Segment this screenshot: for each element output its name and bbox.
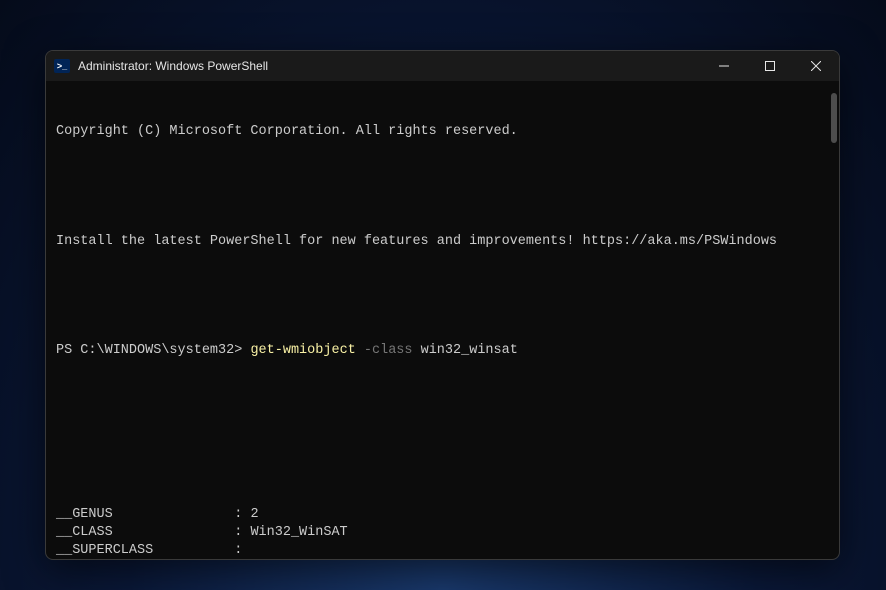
- prop-key: __CLASS :: [56, 525, 250, 540]
- output-row: __SUPERCLASS :: [56, 542, 829, 559]
- cmd-arg: win32_winsat: [421, 343, 518, 358]
- command-line: PS C:\WINDOWS\system32> get-wmiobject -c…: [56, 342, 829, 360]
- output-row: __CLASS : Win32_WinSAT: [56, 524, 829, 542]
- prompt: PS C:\WINDOWS\system32>: [56, 343, 242, 358]
- window-title: Administrator: Windows PowerShell: [78, 59, 701, 73]
- powershell-icon: >_: [54, 59, 70, 73]
- close-icon: [811, 61, 821, 71]
- scrollbar[interactable]: [825, 85, 837, 545]
- install-msg-line: Install the latest PowerShell for new fe…: [56, 233, 829, 251]
- window-controls: [701, 51, 839, 81]
- maximize-icon: [765, 61, 775, 71]
- output-row: __GENUS : 2: [56, 506, 829, 524]
- blank-line: [56, 178, 829, 196]
- minimize-icon: [719, 61, 729, 71]
- terminal-output[interactable]: Copyright (C) Microsoft Corporation. All…: [46, 81, 839, 559]
- blank-line: [56, 397, 829, 415]
- minimize-button[interactable]: [701, 51, 747, 81]
- blank-line: [56, 287, 829, 305]
- prop-value: Win32_WinSAT: [250, 525, 347, 540]
- prop-value: 2: [250, 507, 258, 522]
- blank-line: [56, 451, 829, 469]
- prop-key: __GENUS :: [56, 507, 250, 522]
- copyright-line: Copyright (C) Microsoft Corporation. All…: [56, 123, 829, 141]
- close-button[interactable]: [793, 51, 839, 81]
- maximize-button[interactable]: [747, 51, 793, 81]
- titlebar[interactable]: >_ Administrator: Windows PowerShell: [46, 51, 839, 81]
- scrollbar-thumb[interactable]: [831, 93, 837, 143]
- cmdlet: get-wmiobject: [250, 343, 355, 358]
- prop-key: __SUPERCLASS :: [56, 543, 250, 558]
- powershell-window: >_ Administrator: Windows PowerShell Cop…: [45, 50, 840, 560]
- wmi-output: __GENUS : 2__CLASS : Win32_WinSAT__SUPER…: [56, 506, 829, 559]
- cmd-flag: -class: [364, 343, 413, 358]
